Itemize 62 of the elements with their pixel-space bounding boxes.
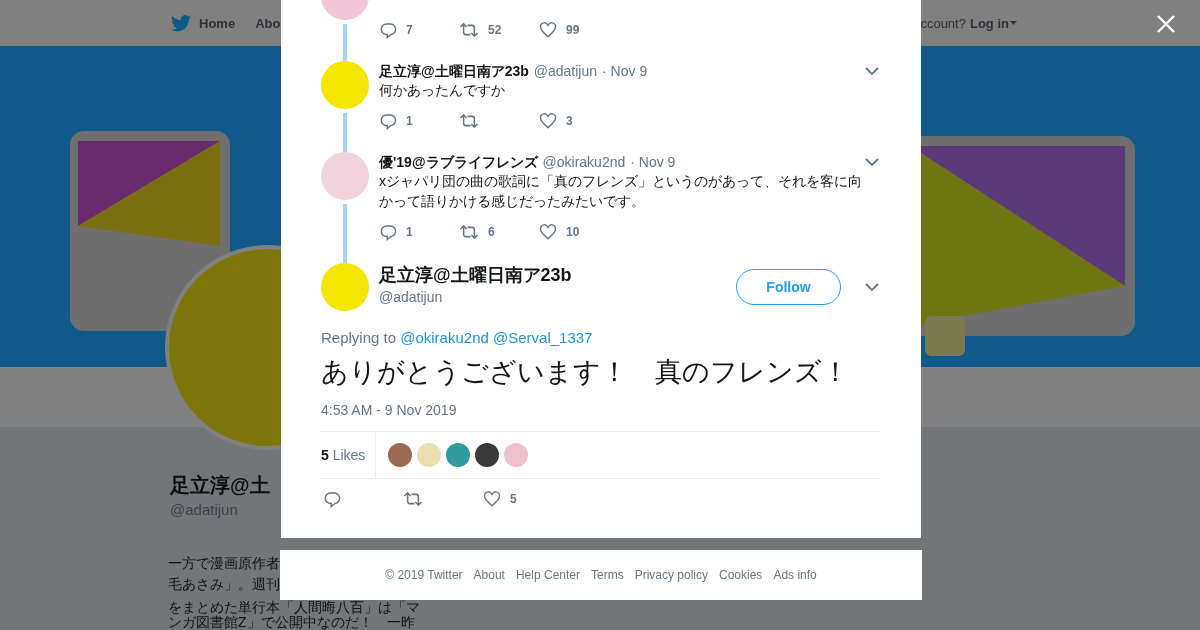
user-name[interactable]: 優'19@ラブライフレンズ (379, 153, 538, 171)
profile-name: 足立淳@土 (170, 473, 271, 497)
close-icon[interactable] (1157, 15, 1175, 33)
nav-link[interactable]: Abo (255, 15, 281, 31)
bio-line: 一方で漫画原作者 (168, 554, 280, 573)
profile-handle: @adatijun (170, 501, 239, 519)
reply-icon[interactable] (323, 490, 341, 508)
tweet-timestamp: 4:53 AM - 9 Nov 2019 (321, 401, 458, 419)
reply-icon[interactable] (379, 223, 397, 241)
likes-count[interactable]: 5 Likes (321, 432, 377, 478)
bio-line: 毛あさみ」。週刊 (168, 575, 280, 594)
retweet-icon[interactable] (459, 21, 479, 39)
footer-link[interactable]: Terms (591, 568, 624, 582)
chevron-down-icon[interactable] (865, 282, 879, 292)
footer-link[interactable]: Ads info (773, 568, 817, 582)
user-handle: @adatijun (533, 62, 598, 80)
retweet-count: 52 (488, 23, 502, 37)
retweet-count: 6 (488, 225, 495, 239)
reply-icon[interactable] (379, 21, 397, 39)
caret-icon (1009, 21, 1017, 25)
tweet-date[interactable]: · Nov 9 (630, 153, 676, 171)
user-name[interactable]: 足立淳@土曜日南ア23b (379, 62, 529, 80)
follow-button[interactable]: Follow (736, 269, 841, 305)
reply-count: 1 (406, 114, 413, 128)
login-link[interactable]: Log in (969, 15, 1009, 31)
tweet-text: xジャパリ団の曲の歌詞に「真のフレンズ」というのがあって、それを客に向かって語りかける感じだったみたいです。 (379, 172, 863, 211)
bio-line: ンガ図書館Z」で公開中なのだ！ 一昨 (168, 615, 415, 630)
like-count: 10 (566, 225, 580, 239)
footer-link[interactable]: About (473, 568, 505, 582)
mention-link[interactable]: @okiraku2nd (400, 329, 489, 346)
user-name[interactable]: 足立淳@土曜日南ア23b (379, 264, 726, 286)
mention-link[interactable]: @Serval_1337 (493, 329, 593, 346)
tweet-text: ありがとうございます！ 真のフレンズ！ (321, 356, 850, 389)
like-count: 5 (510, 492, 517, 506)
footer-link[interactable]: Privacy policy (634, 568, 708, 582)
chevron-down-icon[interactable] (865, 66, 879, 76)
reply-count: 1 (406, 225, 413, 239)
retweet-icon[interactable] (459, 112, 479, 130)
user-handle: @adatijun (379, 288, 444, 306)
bio-line: をまとめた単行本「人間晦八百」は「マ (168, 600, 420, 615)
heart-icon[interactable] (539, 112, 557, 130)
tweet-date[interactable]: · Nov 9 (602, 62, 648, 80)
bird-icon (171, 14, 191, 32)
copyright-text: © 2019 Twitter (385, 568, 463, 582)
user-handle: @okiraku2nd (542, 153, 626, 171)
account-prompt: ccount? (920, 15, 966, 31)
retweet-icon[interactable] (403, 490, 423, 508)
home-link[interactable]: Home (199, 15, 236, 31)
tweet-text: 何かあったんですか (379, 81, 506, 100)
heart-icon[interactable] (539, 21, 557, 39)
liker-avatar[interactable] (475, 443, 500, 467)
heart-icon[interactable] (539, 223, 557, 241)
retweet-icon[interactable] (459, 223, 479, 241)
footer-link[interactable]: Help Center (515, 568, 580, 582)
replying-to-text: Replying to @okiraku2nd @Serval_1337 (321, 329, 594, 347)
like-count: 3 (566, 114, 573, 128)
like-count: 99 (566, 23, 580, 37)
footer-link[interactable]: Cookies (719, 568, 763, 582)
chevron-down-icon[interactable] (865, 157, 879, 167)
reply-icon[interactable] (379, 112, 397, 130)
reply-count: 7 (406, 23, 413, 37)
heart-icon[interactable] (483, 490, 501, 508)
